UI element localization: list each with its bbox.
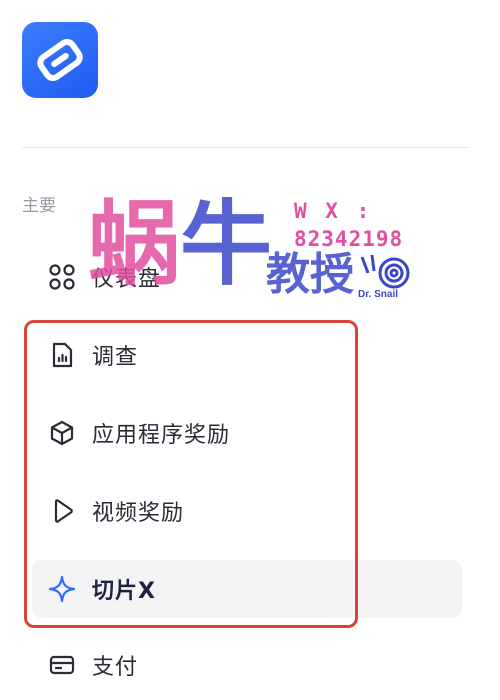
watermark-wx-label: W X : xyxy=(294,199,373,223)
play-icon xyxy=(46,495,78,527)
sidebar-item-label: 应用程序奖励 xyxy=(92,423,231,448)
sidebar-item-label: 视频奖励 xyxy=(92,501,185,526)
sidebar-item-app-rewards[interactable]: 应用程序奖励 xyxy=(32,404,462,462)
logo-icon xyxy=(37,39,83,81)
sidebar-item-label: 切片X xyxy=(92,579,156,604)
sidebar-item-video-rewards[interactable]: 视频奖励 xyxy=(32,482,462,540)
app-logo[interactable] xyxy=(22,22,98,98)
sparkle-icon xyxy=(46,573,78,605)
sidebar-item-label: 仪表盘 xyxy=(92,267,162,292)
sidebar-item-slicex[interactable]: 切片X xyxy=(32,560,462,618)
section-label-main: 主要 xyxy=(22,196,56,216)
card-icon xyxy=(46,649,78,681)
sidebar-item-dashboard[interactable]: 仪表盘 xyxy=(32,248,462,306)
sidebar-item-label: 支付 xyxy=(92,655,139,680)
sidebar-item-payments[interactable]: 支付 xyxy=(32,636,462,694)
survey-document-icon xyxy=(46,339,78,371)
divider xyxy=(22,147,468,148)
sidebar-item-label: 调查 xyxy=(92,345,139,370)
cube-icon xyxy=(46,417,78,449)
sidebar-item-survey[interactable]: 调查 xyxy=(32,326,462,384)
grid-icon xyxy=(46,261,78,293)
